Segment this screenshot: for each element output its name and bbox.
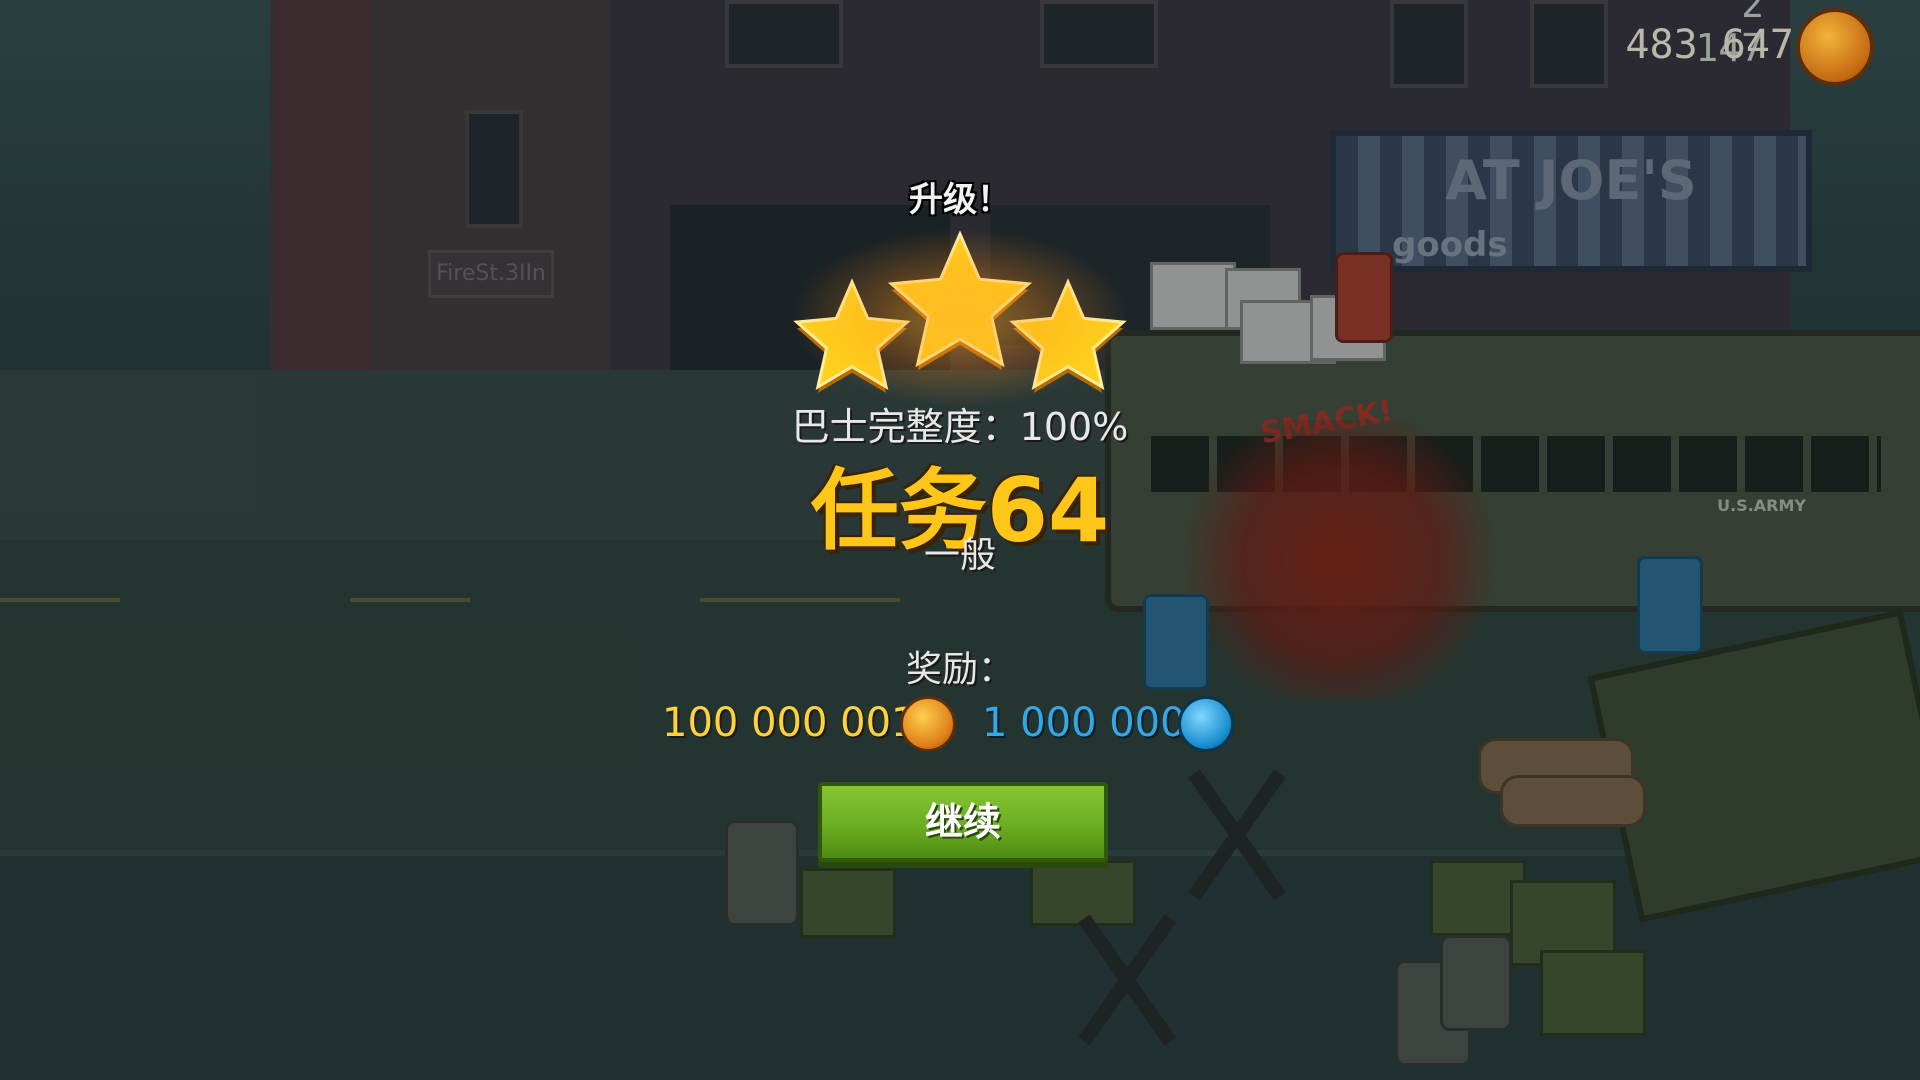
reward-label: 奖励：: [905, 649, 1014, 690]
level-up-text: 升级！: [909, 180, 1011, 220]
star-rating: [790, 228, 1130, 408]
reward-coins-amount: 100 000 001: [662, 700, 917, 746]
star-glow: [790, 228, 1130, 408]
reward-gems-amount: 1 000 000: [982, 700, 1186, 746]
mission-result-panel: 升级！ 巴士完整度：100% 任务64 一般 奖励： 100 000 001 1…: [0, 0, 1920, 1080]
skull-coin-icon: [900, 696, 956, 752]
blue-star-gem-icon: [1178, 696, 1234, 752]
difficulty-text: 一般: [923, 535, 996, 576]
continue-button[interactable]: 继续: [818, 782, 1108, 862]
reward-row: 100 000 001 1 000 000: [660, 696, 1260, 756]
